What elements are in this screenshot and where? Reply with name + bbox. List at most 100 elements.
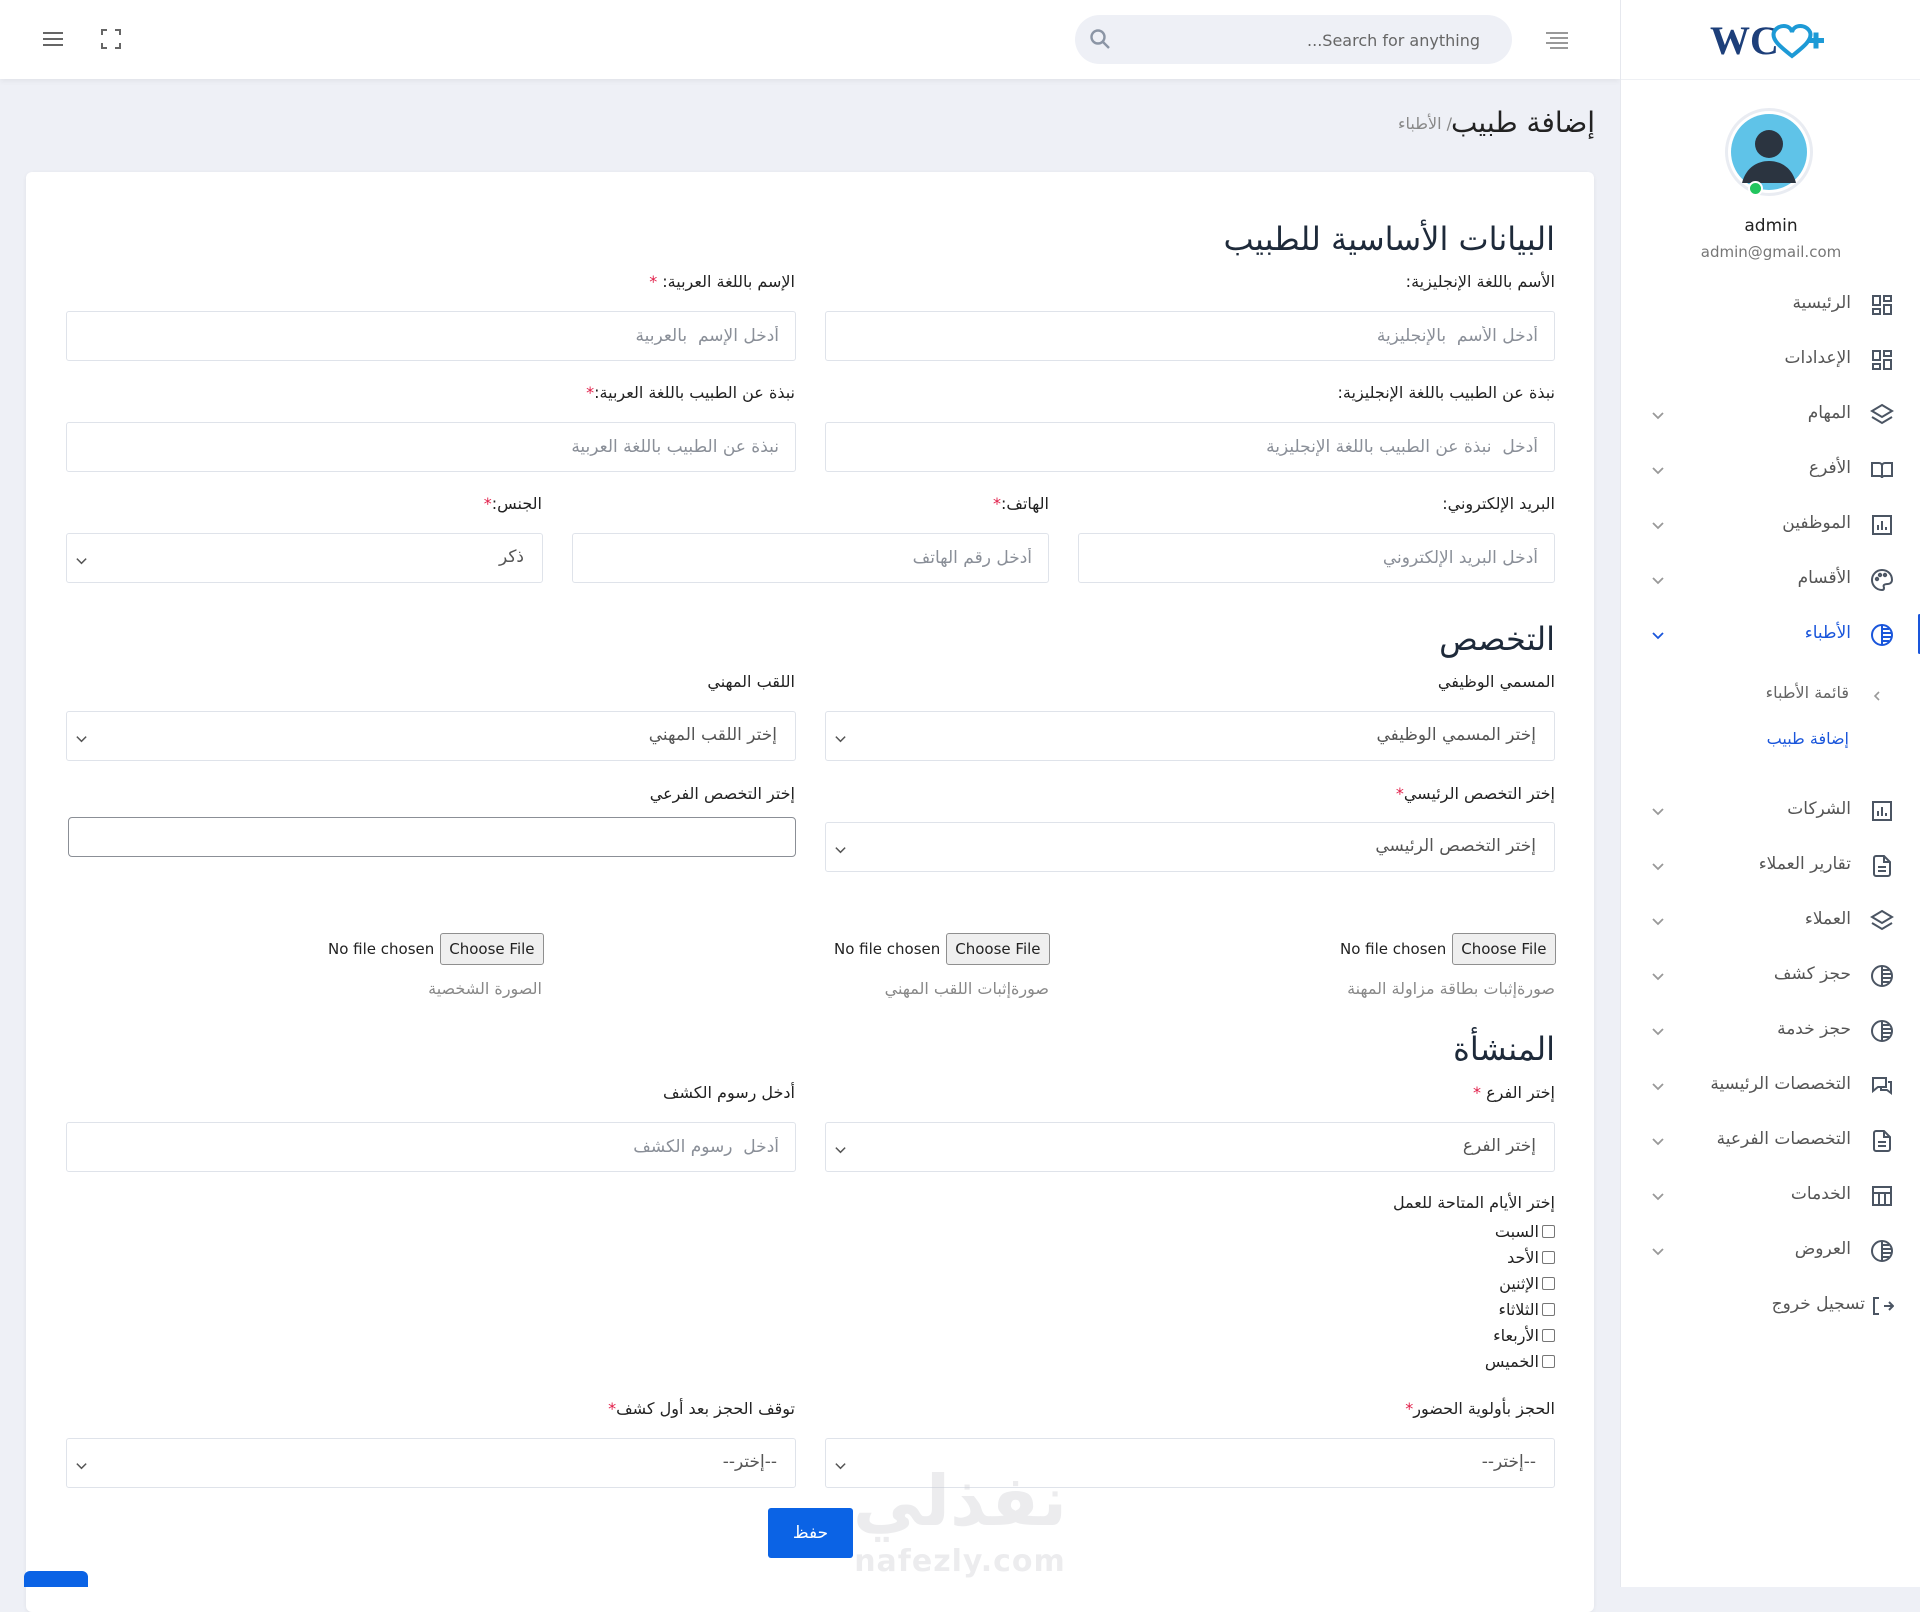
chevron-down-icon: [75, 730, 88, 743]
sidebar-item-client-reports[interactable]: تقارير العملاء: [1621, 843, 1920, 887]
bio-ar-input[interactable]: [67, 423, 795, 471]
chevron-down-icon: [1651, 1188, 1665, 1202]
breadcrumb[interactable]: / الأطباء: [1398, 114, 1452, 133]
checkbox[interactable]: [1542, 1302, 1555, 1316]
sidebar-item-employees[interactable]: الموظفين: [1621, 502, 1920, 546]
sidebar-item-departments[interactable]: الأقسام: [1621, 557, 1920, 601]
email-input[interactable]: [1079, 534, 1554, 582]
prof-title-choose-file-button[interactable]: Choose File: [946, 933, 1050, 965]
sidebar-item-tasks[interactable]: المهام: [1621, 392, 1920, 436]
avatar[interactable]: [1725, 108, 1813, 196]
bio-ar-field: [66, 422, 796, 472]
chevron-down-icon: [834, 841, 847, 854]
day-label: الأحد: [1507, 1247, 1539, 1267]
sidebar-item-label: الإعدادات: [1784, 348, 1851, 368]
globe-icon: [1870, 1239, 1894, 1263]
sidebar-item-offers[interactable]: العروض: [1621, 1228, 1920, 1272]
chevron-down-icon: [1651, 407, 1665, 421]
required-mark: *: [1395, 784, 1404, 803]
checkbox[interactable]: [1542, 1276, 1555, 1290]
user-name: admin: [1744, 216, 1798, 236]
bio-en-input[interactable]: [826, 423, 1554, 471]
chevron-down-icon: [1651, 803, 1665, 817]
job-title-select[interactable]: إختر المسمي الوظيفي: [825, 711, 1555, 761]
day-checkbox-thursday[interactable]: الخميس: [1485, 1350, 1555, 1372]
sidebar-item-home[interactable]: الرئيسية: [1621, 282, 1920, 326]
day-checkbox-saturday[interactable]: السبت: [1495, 1220, 1555, 1242]
license-upload: No file chosen Choose File: [1340, 932, 1556, 966]
name-en-input[interactable]: [826, 312, 1554, 360]
main-spec-select[interactable]: إختر التخصص الرئيسي: [825, 822, 1555, 872]
chevron-down-icon: [1651, 858, 1665, 872]
day-checkbox-sunday[interactable]: الأحد: [1507, 1246, 1555, 1268]
prof-title-select[interactable]: إختر اللقب المهني: [66, 711, 796, 761]
sub-spec-label: إختر التخصص الفرعي: [649, 784, 795, 803]
phone-input[interactable]: [573, 534, 1048, 582]
checkbox[interactable]: [1542, 1224, 1555, 1238]
branch-select[interactable]: إختر الفرع: [825, 1122, 1555, 1172]
sidebar-item-sub-specialties[interactable]: التخصصات الفرعية: [1621, 1118, 1920, 1162]
chevron-down-icon: [1651, 572, 1665, 586]
checkbox[interactable]: [1542, 1354, 1555, 1368]
chevron-down-icon: [1651, 1023, 1665, 1037]
save-button[interactable]: حفظ: [768, 1508, 853, 1558]
name-ar-field: [66, 311, 796, 361]
email-label: البريد الإلكتروني:: [1442, 494, 1555, 513]
hamburger-menu-icon[interactable]: [38, 24, 68, 54]
sidebar-item-label: الأقسام: [1797, 568, 1851, 588]
sidebar-subitem-doctors-list[interactable]: قائمة الأطباء: [1621, 675, 1920, 711]
sub-spec-input[interactable]: [68, 817, 796, 857]
gender-label: الجنس:*: [484, 494, 542, 513]
license-choose-file-button[interactable]: Choose File: [1452, 933, 1556, 965]
bar-chart-icon: [1870, 513, 1894, 537]
photo-choose-file-button[interactable]: Choose File: [440, 933, 544, 965]
sidebar-item-clients[interactable]: العملاء: [1621, 898, 1920, 942]
app-logo[interactable]: WC: [1710, 14, 1830, 66]
section-title-facility: المنشأة: [1453, 1030, 1555, 1068]
globe-icon: [1870, 964, 1894, 988]
sidebar-item-main-specialties[interactable]: التخصصات الرئيسية: [1621, 1063, 1920, 1107]
stop-booking-select[interactable]: --إختر--: [66, 1438, 796, 1488]
checkbox[interactable]: [1542, 1250, 1555, 1264]
sidebar-item-settings[interactable]: الإعدادات: [1621, 337, 1920, 381]
search-box: [1075, 15, 1512, 66]
day-checkbox-wednesday[interactable]: الأربعاء: [1493, 1324, 1555, 1346]
chevron-down-icon: [1651, 1243, 1665, 1257]
scroll-to-top-button[interactable]: [24, 1571, 88, 1587]
search-input[interactable]: [1130, 15, 1482, 66]
checkbox[interactable]: [1542, 1328, 1555, 1342]
prof-title-file-status: No file chosen: [834, 940, 941, 958]
name-en-field: [825, 311, 1555, 361]
name-ar-input[interactable]: [67, 312, 795, 360]
sidebar-item-book-exam[interactable]: حجز كشف: [1621, 953, 1920, 997]
license-file-status: No file chosen: [1340, 940, 1447, 958]
fullscreen-icon[interactable]: [96, 24, 126, 54]
required-mark: *: [608, 1399, 617, 1418]
required-mark: *: [649, 272, 658, 291]
chevron-down-icon: [75, 1457, 88, 1470]
sidebar-subitem-add-doctor[interactable]: إضافة طبيب: [1621, 721, 1920, 757]
search-icon[interactable]: [1089, 28, 1111, 50]
align-right-icon[interactable]: [1543, 26, 1571, 54]
day-label: السبت: [1494, 1221, 1539, 1241]
chevron-down-icon: [75, 552, 88, 565]
page-title: إضافة طبيب: [1450, 106, 1595, 139]
sidebar-item-label: العروض: [1794, 1239, 1851, 1259]
sidebar-item-branches[interactable]: الأفرع: [1621, 447, 1920, 491]
prof-title-proof-upload: No file chosen Choose File: [834, 932, 1050, 966]
stop-booking-select-value: --إختر--: [722, 1452, 777, 1472]
sidebar-item-companies[interactable]: الشركات: [1621, 788, 1920, 832]
section-title-basic: البيانات الأساسية للطبيب: [1223, 220, 1555, 258]
day-checkbox-monday[interactable]: الإثنين: [1499, 1272, 1555, 1294]
sidebar-item-label: الشركات: [1787, 799, 1851, 819]
sidebar-item-services[interactable]: الخدمات: [1621, 1173, 1920, 1217]
fee-input[interactable]: [67, 1123, 795, 1171]
photo-caption: الصورة الشخصية: [428, 979, 542, 998]
sidebar-item-book-service[interactable]: حجز خدمة: [1621, 1008, 1920, 1052]
logout-icon: [1870, 1294, 1895, 1318]
sidebar-item-logout[interactable]: تسجيل خروج: [1621, 1283, 1920, 1327]
day-checkbox-tuesday[interactable]: الثلاثاء: [1498, 1298, 1555, 1320]
gender-select[interactable]: ذكر: [66, 533, 543, 583]
bio-en-field: [825, 422, 1555, 472]
sidebar-item-doctors[interactable]: الأطباء: [1621, 612, 1920, 656]
